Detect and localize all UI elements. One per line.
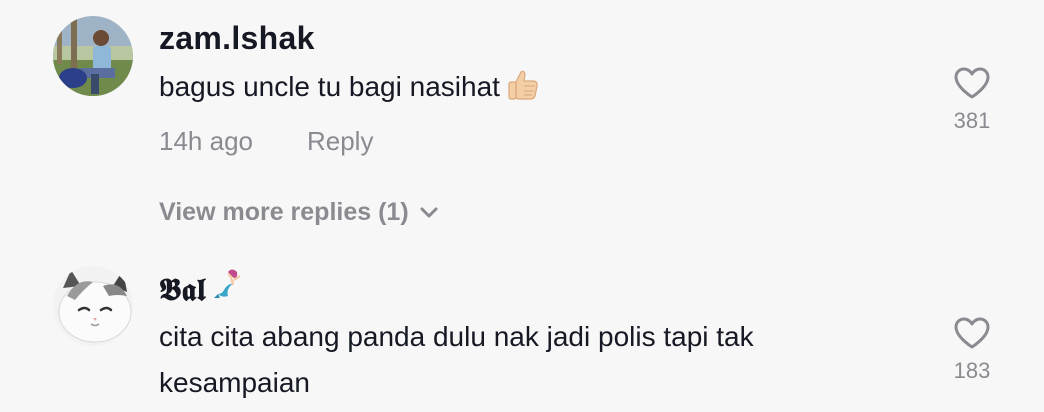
avatar[interactable] <box>53 266 133 346</box>
like-button[interactable]: 183 <box>940 316 1004 384</box>
mermaid-emoji-icon <box>212 268 246 310</box>
comment-text: cita cita abang panda dulu nak jadi poli… <box>159 321 754 398</box>
comment-item: 𝕭𝖆𝖑 cita cita abang panda dulu nak jadi … <box>0 0 1044 412</box>
like-count: 183 <box>953 358 991 383</box>
username-text: 𝕭𝖆𝖑 <box>159 272 206 308</box>
username[interactable]: 𝕭𝖆𝖑 <box>159 268 246 310</box>
heart-icon[interactable] <box>953 316 991 350</box>
